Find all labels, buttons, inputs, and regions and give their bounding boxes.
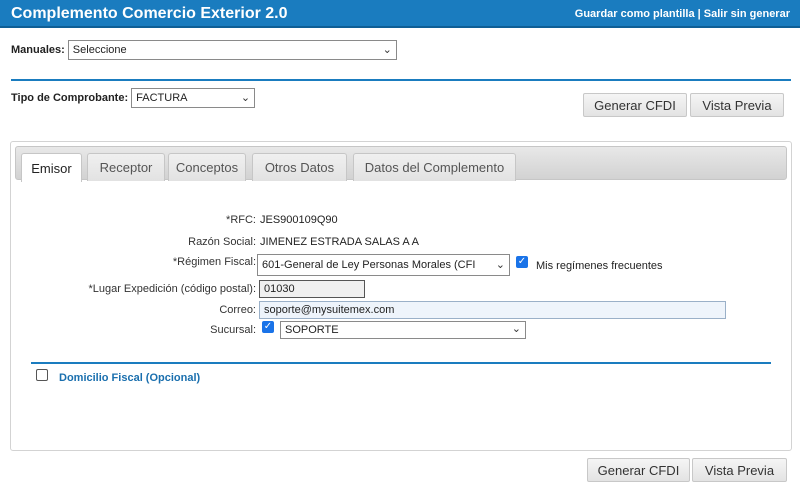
divider-domicilio: [31, 362, 771, 364]
chevron-down-icon: ⌄: [240, 92, 251, 104]
title-bar: Complemento Comercio Exterior 2.0 Guarda…: [0, 0, 800, 28]
manuales-select[interactable]: Seleccione ⌄: [67, 40, 397, 60]
emisor-panel: Emisor Receptor Conceptos Otros Datos Da…: [10, 141, 792, 451]
correo-input[interactable]: soporte@mysuitemex.com: [259, 301, 726, 319]
domicilio-fiscal-link[interactable]: Domicilio Fiscal (Opcional): [59, 372, 200, 384]
correo-label: Correo:: [219, 304, 256, 316]
header-links: Guardar como plantilla | Salir sin gener…: [575, 8, 790, 20]
tab-strip: Emisor Receptor Conceptos Otros Datos Da…: [15, 146, 787, 182]
manuales-selected-value: Seleccione: [72, 44, 127, 56]
tab-datos-complemento[interactable]: Datos del Complemento: [353, 153, 516, 181]
manuales-label: Manuales:: [11, 44, 65, 56]
generar-cfdi-button-bottom[interactable]: Generar CFDI: [587, 458, 690, 482]
tab-otros-datos[interactable]: Otros Datos: [252, 153, 347, 181]
rfc-label: *RFC:: [226, 214, 256, 226]
tipo-comprobante-label: Tipo de Comprobante:: [11, 92, 129, 104]
header-separator: |: [694, 8, 704, 20]
divider-top: [11, 79, 791, 81]
exit-without-generate-link[interactable]: Salir sin generar: [704, 8, 790, 20]
rfc-value: JES900109Q90: [260, 214, 338, 226]
manuales-row: Manuales: Seleccione ⌄: [11, 40, 397, 60]
razon-social-value: JIMENEZ ESTRADA SALAS A A: [260, 236, 419, 248]
tipo-comprobante-row: Tipo de Comprobante: FACTURA ⌄: [11, 88, 256, 108]
tab-receptor[interactable]: Receptor: [87, 153, 165, 181]
domicilio-fiscal-checkbox[interactable]: [36, 369, 48, 381]
chevron-down-icon: ⌄: [511, 323, 521, 335]
tab-emisor[interactable]: Emisor: [21, 153, 82, 182]
tipo-comprobante-select[interactable]: FACTURA ⌄: [131, 88, 256, 108]
mis-regimenes-label: Mis regímenes frecuentes: [536, 260, 663, 272]
sucursal-select[interactable]: SOPORTE ⌄: [280, 321, 526, 339]
sucursal-label: Sucursal:: [210, 324, 256, 336]
vista-previa-button-bottom[interactable]: Vista Previa: [692, 458, 787, 482]
tab-conceptos[interactable]: Conceptos: [168, 153, 246, 181]
regimen-fiscal-label: *Régimen Fiscal:: [172, 256, 256, 268]
razon-social-label: Razón Social:: [188, 236, 256, 248]
chevron-down-icon: ⌄: [382, 44, 392, 56]
mis-regimenes-checkbox[interactable]: ✓: [516, 256, 528, 268]
page-title: Complemento Comercio Exterior 2.0: [11, 5, 288, 22]
sucursal-selected-value: SOPORTE: [285, 324, 339, 336]
vista-previa-button-top[interactable]: Vista Previa: [690, 93, 784, 117]
regimen-fiscal-selected-value: 601-General de Ley Personas Morales (CFI: [262, 259, 476, 271]
save-template-link[interactable]: Guardar como plantilla: [575, 8, 695, 20]
tipo-comprobante-selected-value: FACTURA: [136, 92, 188, 104]
sucursal-checkbox[interactable]: ✓: [262, 321, 274, 333]
regimen-fiscal-select[interactable]: 601-General de Ley Personas Morales (CFI…: [257, 254, 510, 276]
chevron-down-icon: ⌄: [495, 259, 505, 271]
lugar-expedicion-input[interactable]: 01030: [259, 280, 365, 298]
lugar-expedicion-label: *Lugar Expedición (código postal):: [88, 283, 256, 295]
generar-cfdi-button-top[interactable]: Generar CFDI: [583, 93, 687, 117]
